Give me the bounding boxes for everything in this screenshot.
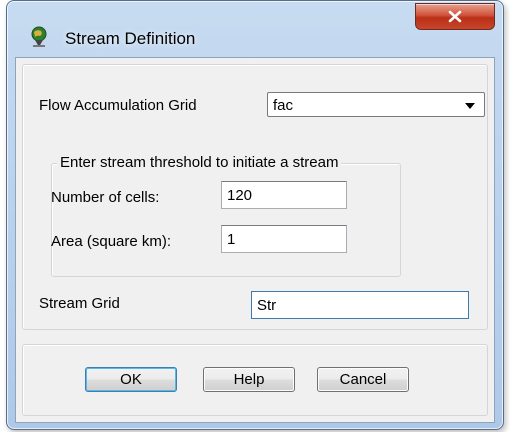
help-button[interactable]: Help	[203, 367, 295, 392]
stream-grid-label: Stream Grid	[39, 295, 120, 312]
threshold-group-label: Enter stream threshold to initiate a str…	[57, 154, 342, 171]
area-value: 1	[227, 231, 236, 248]
area-input[interactable]: 1	[221, 225, 347, 253]
ok-button[interactable]: OK	[85, 367, 177, 392]
close-icon	[448, 10, 462, 23]
dialog-client-area: Flow Accumulation Grid fac Enter stream …	[15, 57, 495, 423]
cells-input[interactable]: 120	[221, 181, 347, 209]
stream-grid-value: Str	[257, 297, 277, 314]
window-title: Stream Definition	[65, 29, 196, 48]
flow-accumulation-dropdown[interactable]: fac	[267, 92, 485, 117]
stream-grid-input[interactable]: Str	[251, 291, 469, 319]
cells-label: Number of cells:	[51, 189, 160, 206]
flow-accumulation-label: Flow Accumulation Grid	[39, 97, 197, 114]
area-label: Area (square km):	[51, 233, 172, 250]
title-bar[interactable]: Stream Definition	[7, 1, 503, 53]
globe-pin-icon	[31, 26, 47, 47]
cells-value: 120	[227, 187, 253, 204]
close-button[interactable]	[415, 3, 495, 30]
cancel-button[interactable]: Cancel	[317, 367, 409, 392]
chevron-down-icon[interactable]	[465, 103, 475, 109]
settings-panel: Flow Accumulation Grid fac Enter stream …	[22, 64, 488, 330]
flow-accumulation-value: fac	[273, 97, 294, 114]
button-panel: OK Help Cancel	[22, 344, 488, 416]
dialog-window: Stream Definition Flow Accumulation Grid…	[6, 0, 504, 430]
